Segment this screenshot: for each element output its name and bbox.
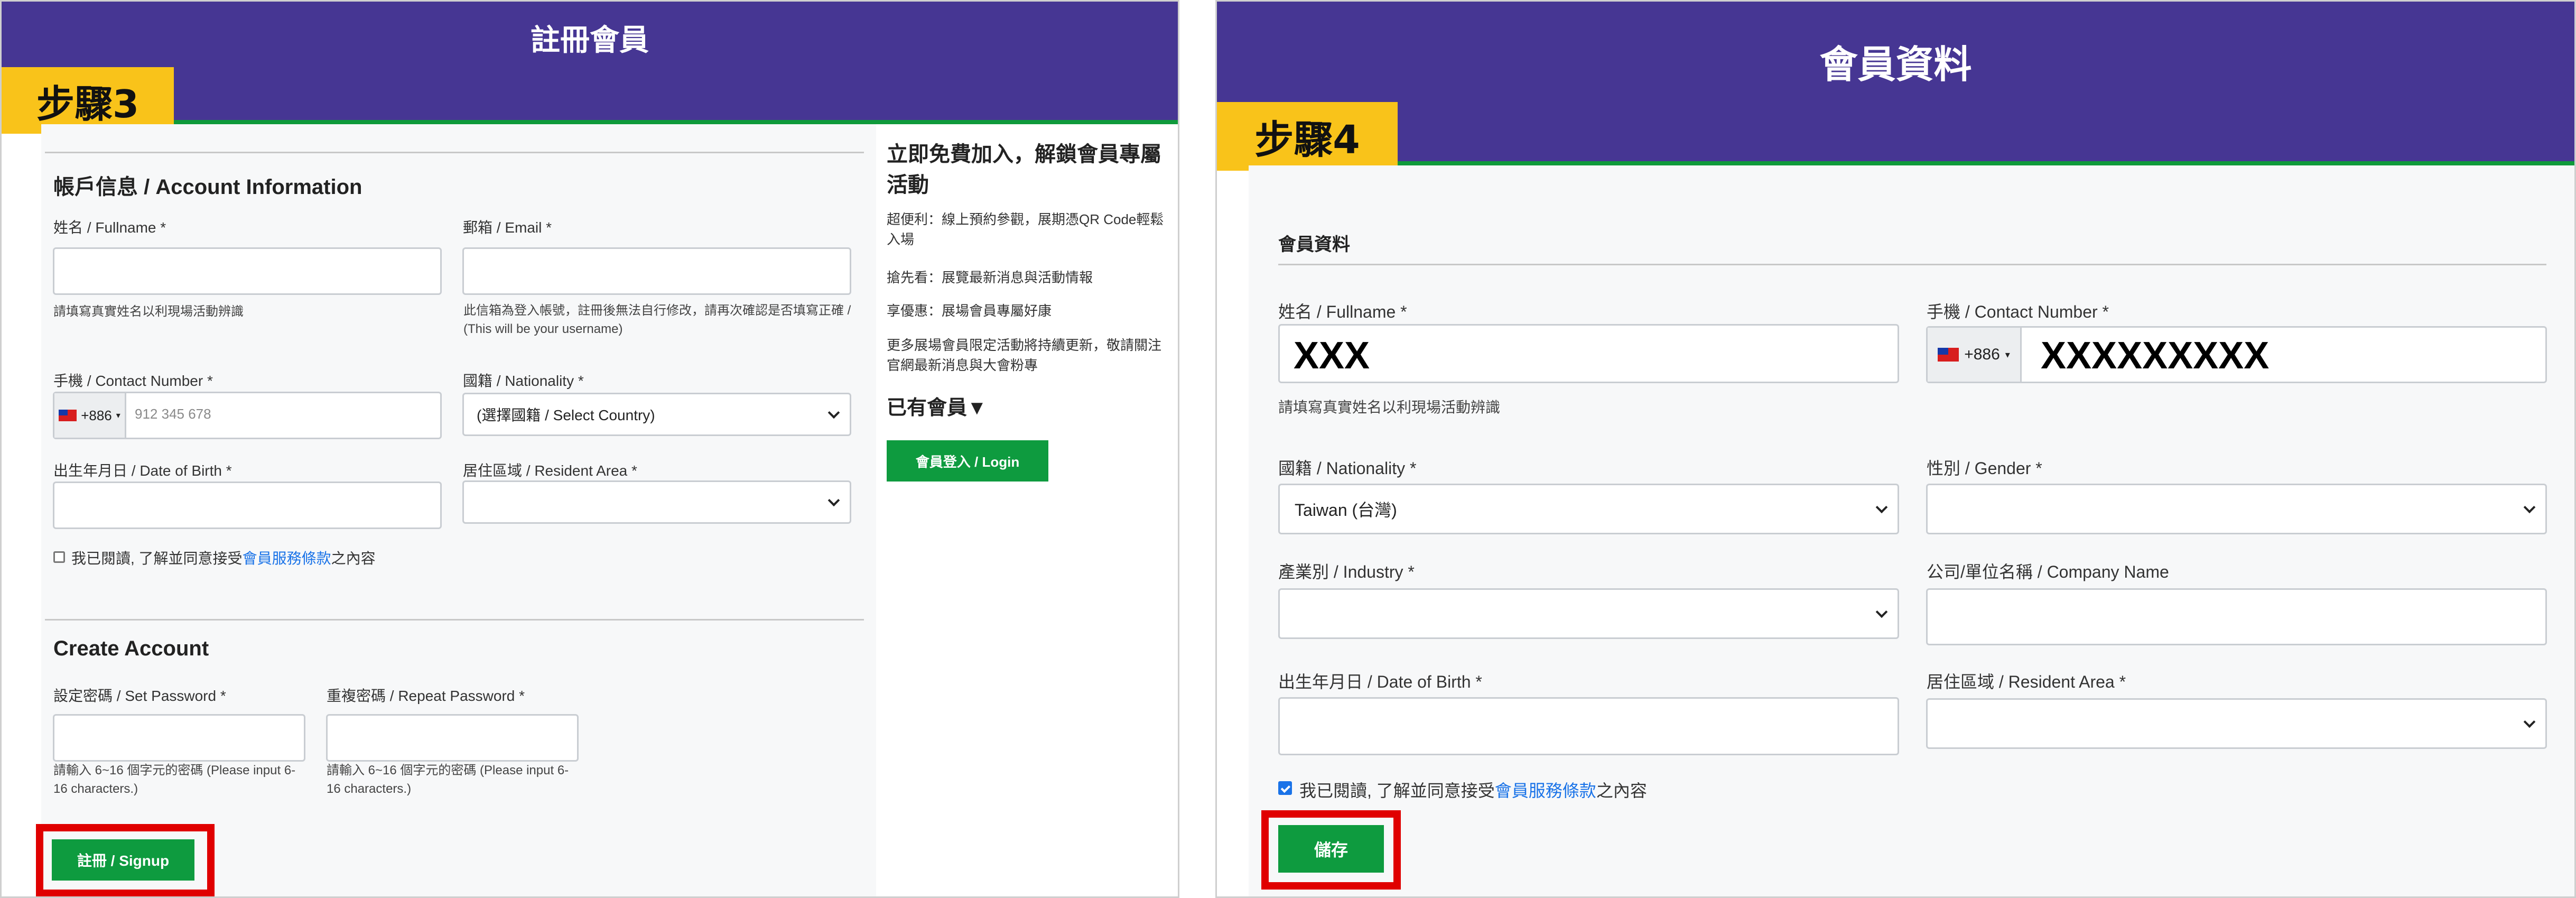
phone-label: 手機 / Contact Number * — [53, 373, 213, 389]
chevron-down-icon — [827, 406, 840, 419]
chevron-down-icon — [827, 494, 840, 507]
phone-input[interactable]: +886 ▾ XXXXXXXXX — [1926, 326, 2547, 383]
dob-label: 出生年月日 / Date of Birth * — [1278, 672, 1482, 691]
benefit-item: 享優惠：展場會員專屬好康 — [887, 303, 1052, 319]
industry-label: 產業別 / Industry * — [1278, 562, 1415, 581]
phone-label: 手機 / Contact Number * — [1927, 302, 2109, 321]
consent-checkbox[interactable] — [1278, 781, 1292, 795]
chevron-down-icon — [1875, 606, 1888, 618]
terms-link[interactable]: 會員服務條款 — [1495, 781, 1596, 800]
nationality-select[interactable]: Taiwan (台灣) — [1278, 484, 1899, 534]
country-code: +886 — [1964, 346, 2000, 363]
chevron-down-icon — [1875, 501, 1888, 514]
fullname-label: 姓名 / Fullname * — [1278, 302, 1407, 321]
step-4-badge: 步驟4 — [1217, 102, 1398, 171]
chevron-down-icon: ▾ — [116, 411, 120, 420]
highlight-box — [1261, 810, 1401, 890]
dob-input[interactable] — [1278, 697, 1899, 755]
resident-area-select[interactable] — [462, 480, 851, 524]
resident-area-select[interactable] — [1926, 698, 2547, 749]
fullname-input[interactable]: XXX — [1278, 324, 1899, 383]
signup-panel: 註冊會員 步驟3 帳戶信息 / Account Information 姓名 /… — [0, 0, 1179, 898]
consent-suffix: 之內容 — [1596, 781, 1647, 800]
terms-link[interactable]: 會員服務條款 — [243, 550, 331, 567]
repeat-password-input[interactable] — [326, 714, 579, 762]
benefit-item: 超便利：線上預約參觀，展期憑QR Code輕鬆入場 — [887, 211, 1164, 247]
login-button[interactable]: 會員登入 / Login — [887, 440, 1048, 482]
consent-checkbox[interactable] — [53, 551, 65, 563]
signup-header-title: 註冊會員 — [531, 23, 649, 58]
dob-label: 出生年月日 / Date of Birth * — [53, 462, 232, 479]
create-account-title: Create Account — [53, 637, 209, 660]
section-divider — [1278, 264, 2546, 265]
company-label: 公司/單位名稱 / Company Name — [1927, 562, 2169, 581]
resident-area-label: 居住區域 / Resident Area * — [1927, 672, 2126, 691]
phone-input[interactable]: +886 ▾ 912 345 678 — [53, 392, 442, 439]
repeat-password-hint: 請輸入 6~16 個字元的密碼 (Please input 6-16 chara… — [327, 763, 569, 796]
signup-sidebar: 立即免費加入，解鎖會員專屬活動 超便利：線上預約參觀，展期憑QR Code輕鬆入… — [876, 124, 1178, 896]
email-hint: 此信箱為登入帳號，註冊後無法自行修改，請再次確認是否填寫正確 / (This w… — [463, 303, 851, 336]
company-input[interactable] — [1926, 588, 2547, 645]
section-divider — [45, 619, 864, 621]
dob-input[interactable] — [53, 482, 442, 529]
member-profile-panel: 會員資料 步驟4 會員資料 姓名 / Fullname * XXX 請填寫真實姓… — [1215, 0, 2576, 898]
chevron-down-icon: ▾ — [2005, 349, 2010, 360]
profile-header-title: 會員資料 — [1819, 42, 1972, 87]
country-code-selector[interactable]: +886 ▾ — [1928, 328, 2022, 382]
benefit-item: 搶先看：展覽最新消息與活動情報 — [887, 270, 1093, 285]
nationality-value: (選擇國籍 / Select Country) — [477, 407, 655, 423]
sidebar-headline: 立即免費加入，解鎖會員專屬活動 — [887, 143, 1161, 197]
set-password-input[interactable] — [53, 714, 305, 762]
taiwan-flag-icon — [1938, 348, 1959, 362]
nationality-label: 國籍 / Nationality * — [1278, 459, 1417, 478]
email-label: 郵箱 / Email * — [463, 219, 552, 236]
fullname-hint: 請填寫真實姓名以利現場活動辨識 — [53, 304, 244, 319]
existing-member-toggle[interactable]: 已有會員▼ — [887, 394, 1172, 423]
country-code-selector[interactable]: +886 ▾ — [54, 393, 126, 438]
header-accent-line — [1217, 161, 2574, 165]
set-password-hint: 請輸入 6~16 個字元的密碼 (Please input 6-16 chara… — [53, 763, 296, 796]
fullname-value: XXX — [1294, 335, 1370, 377]
chevron-down-icon — [2523, 501, 2536, 514]
repeat-password-label: 重複密碼 / Repeat Password * — [327, 688, 525, 704]
consent-suffix: 之內容 — [331, 550, 376, 567]
consent-prefix: 我已閱讀, 了解並同意接受 — [71, 550, 243, 567]
set-password-label: 設定密碼 / Set Password * — [53, 688, 226, 704]
signup-header: 註冊會員 — [2, 2, 1178, 124]
benefit-item: 更多展場會員限定活動將持續更新，敬請關注官網最新消息與大會粉專 — [887, 337, 1162, 373]
profile-section-title: 會員資料 — [1278, 235, 1350, 255]
fullname-label: 姓名 / Fullname * — [53, 219, 166, 236]
phone-value: XXXXXXXXX — [2041, 335, 2270, 377]
fullname-input[interactable] — [53, 247, 442, 295]
section-divider — [45, 152, 864, 153]
phone-placeholder: 912 345 678 — [135, 406, 211, 422]
fullname-hint: 請填寫真實姓名以利現場活動辨識 — [1278, 399, 1501, 415]
consent-prefix: 我已閱讀, 了解並同意接受 — [1299, 781, 1495, 800]
taiwan-flag-icon — [59, 410, 77, 421]
gender-label: 性別 / Gender * — [1927, 459, 2042, 478]
nationality-select[interactable]: (選擇國籍 / Select Country) — [462, 393, 851, 436]
chevron-down-icon — [2523, 716, 2536, 728]
resident-area-label: 居住區域 / Resident Area * — [463, 462, 637, 479]
email-input[interactable] — [462, 247, 851, 295]
industry-select[interactable] — [1278, 588, 1899, 639]
consent-text: 我已閱讀, 了解並同意接受會員服務條款之內容 — [71, 547, 376, 568]
highlight-box — [36, 824, 215, 896]
nationality-value: Taiwan (台灣) — [1295, 501, 1397, 520]
profile-header: 會員資料 — [1217, 2, 2574, 165]
account-section-title: 帳戶信息 / Account Information — [53, 175, 362, 199]
consent-text: 我已閱讀, 了解並同意接受會員服務條款之內容 — [1299, 777, 1647, 802]
nationality-label: 國籍 / Nationality * — [463, 373, 584, 389]
header-accent-line — [2, 120, 1178, 124]
country-code: +886 — [81, 407, 112, 423]
gender-select[interactable] — [1926, 484, 2547, 534]
